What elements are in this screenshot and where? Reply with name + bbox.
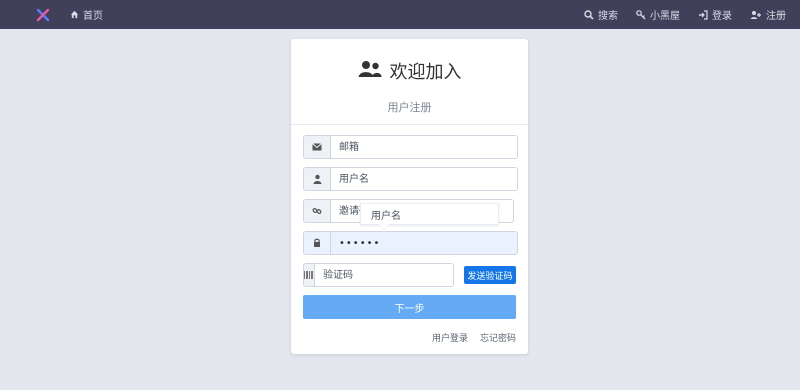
link-icon bbox=[304, 200, 331, 222]
users-icon bbox=[358, 60, 382, 83]
captcha-field[interactable] bbox=[315, 264, 453, 286]
username-row bbox=[303, 167, 518, 191]
nav-search[interactable]: 搜索 bbox=[584, 7, 618, 22]
autocomplete-suggestion[interactable]: 用户名 bbox=[360, 203, 499, 225]
footer-links: 用户登录 忘记密码 bbox=[432, 331, 516, 344]
nav-register-label: 注册 bbox=[766, 11, 786, 22]
nav-blackroom-label: 小黑屋 bbox=[650, 11, 680, 22]
nav-home[interactable]: 首页 bbox=[70, 7, 103, 22]
nav-login[interactable]: 登录 bbox=[698, 7, 732, 22]
login-link[interactable]: 用户登录 bbox=[432, 331, 468, 344]
send-code-button[interactable]: 发送验证码 bbox=[464, 266, 516, 284]
card-subtitle: 用户注册 bbox=[387, 101, 432, 114]
nav-register[interactable]: 注册 bbox=[750, 7, 786, 22]
nav-search-label: 搜索 bbox=[598, 11, 618, 22]
envelope-icon bbox=[304, 136, 331, 158]
divider bbox=[291, 124, 528, 125]
captcha-group bbox=[303, 263, 454, 287]
password-row: •••••• bbox=[303, 231, 518, 255]
password-group: •••••• bbox=[303, 231, 518, 255]
sign-in-icon bbox=[698, 9, 708, 20]
nav-blackroom[interactable]: 小黑屋 bbox=[636, 7, 680, 22]
username-group bbox=[303, 167, 518, 191]
nav-home-label: 首页 bbox=[83, 11, 103, 22]
next-step-button[interactable]: 下一步 bbox=[303, 295, 516, 319]
username-field[interactable] bbox=[331, 168, 517, 190]
barcode-icon bbox=[304, 264, 315, 286]
password-field[interactable]: •••••• bbox=[331, 232, 517, 254]
user-plus-icon bbox=[750, 10, 762, 20]
nav-login-label: 登录 bbox=[712, 11, 732, 22]
card-title: 欢迎加入 bbox=[291, 58, 528, 84]
email-row bbox=[303, 135, 518, 159]
lock-icon bbox=[304, 232, 331, 254]
key-icon bbox=[636, 9, 646, 20]
captcha-row: 发送验证码 bbox=[303, 263, 516, 287]
logo-icon[interactable] bbox=[36, 7, 50, 22]
email-field[interactable] bbox=[331, 136, 517, 158]
topbar: 首页 搜索 小黑屋 登录 注册 bbox=[0, 0, 800, 29]
search-icon bbox=[584, 9, 594, 20]
email-group bbox=[303, 135, 518, 159]
top-nav-right: 搜索 小黑屋 登录 注册 bbox=[584, 7, 786, 22]
register-card: 欢迎加入 用户注册 ••• bbox=[291, 39, 528, 354]
home-icon bbox=[70, 10, 79, 19]
user-icon bbox=[304, 168, 331, 190]
forgot-password-link[interactable]: 忘记密码 bbox=[480, 331, 516, 344]
card-title-text: 欢迎加入 bbox=[389, 62, 462, 83]
